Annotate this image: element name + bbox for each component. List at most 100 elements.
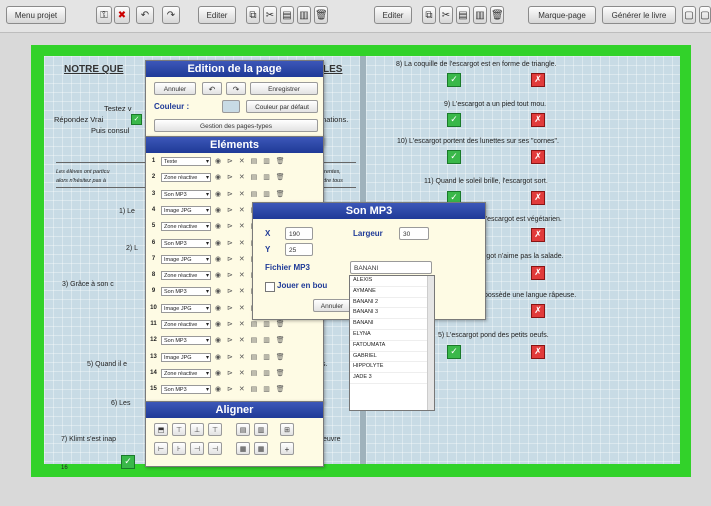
annuler-button[interactable]: Annuler	[154, 82, 196, 95]
faux-button-q15[interactable]: ✗	[531, 345, 545, 359]
trash-icon[interactable]: 🗑	[314, 6, 328, 24]
element-type-select[interactable]: Zone réactive	[161, 320, 211, 329]
distribute-h-icon[interactable]: ▤	[236, 423, 250, 436]
same-width-icon[interactable]: ▦	[236, 442, 250, 455]
dropdown-option[interactable]: GABRIEL	[350, 352, 434, 363]
element-row-actions-icon[interactable]: ◉ ⊳ ✕ ▤ ▥ 🗑	[215, 156, 315, 167]
faux-button-q13[interactable]: ✗	[531, 266, 545, 280]
align-middle-icon[interactable]: ⊤	[172, 423, 186, 436]
element-type-select[interactable]: Son MP3	[161, 336, 211, 346]
page-icon-right[interactable]: ▥	[473, 6, 487, 24]
element-type-select[interactable]: Zone réactive	[161, 368, 211, 378]
same-height-icon[interactable]: ▦	[254, 442, 268, 455]
element-row-actions-icon[interactable]: ◉ ⊳ ✕ ▤ ▥ 🗑	[215, 352, 315, 363]
faux-button-q14[interactable]: ✗	[531, 304, 545, 318]
question-11: 11) Quand le soleil brille, l'escargot s…	[424, 178, 548, 185]
delete-icon[interactable]: ✖	[114, 6, 130, 24]
faux-button-q9[interactable]: ✗	[531, 113, 545, 127]
jouer-checkbox[interactable]	[265, 282, 275, 292]
couleur-defaut-button[interactable]: Couleur par défaut	[246, 100, 318, 113]
element-type-select[interactable]: Zone réactive	[161, 271, 211, 281]
gestion-pages-types-button[interactable]: Gestion des pages-types	[154, 119, 318, 132]
add-icon[interactable]: +	[280, 442, 294, 455]
redo-icon[interactable]: ↷	[162, 6, 180, 24]
element-type-select[interactable]: Image JPG	[161, 303, 211, 313]
cut-icon-right[interactable]: ✂	[439, 6, 453, 24]
element-type-select[interactable]: Image JPG	[161, 352, 211, 362]
element-type-select[interactable]: Image JPG	[161, 254, 211, 264]
marque-page-button[interactable]: Marque-page	[528, 6, 596, 24]
element-type-select[interactable]: Son MP3	[161, 238, 211, 248]
menu-projet-button[interactable]: Menu projet	[6, 6, 66, 24]
dropdown-option[interactable]: JADE 3	[350, 373, 434, 384]
largeur-input[interactable]: 30	[399, 227, 429, 240]
faux-button-q11[interactable]: ✗	[531, 191, 545, 205]
trash-icon-right[interactable]: 🗑	[490, 6, 504, 24]
grid-icon[interactable]: ⊞	[280, 423, 294, 436]
vrai-button-q7[interactable]: ✓	[121, 455, 135, 469]
align-bottom-icon[interactable]: ⊤	[208, 423, 222, 436]
undo-icon[interactable]: ↶	[202, 82, 222, 95]
element-row-actions-icon[interactable]: ◉ ⊳ ✕ ▤ ▥ 🗑	[215, 384, 315, 395]
vrai-button-q15[interactable]: ✓	[447, 345, 461, 359]
dropdown-option[interactable]: AYMANE	[350, 287, 434, 298]
dropdown-option[interactable]: HIPPOLYTE	[350, 362, 434, 374]
y-input[interactable]: 25	[285, 243, 313, 256]
mp3-annuler-button[interactable]: Annuler	[313, 299, 351, 312]
fichier-mp3-select[interactable]: BANANI	[350, 261, 432, 274]
more-icon[interactable]: ▢	[699, 6, 711, 24]
faux-button-q10[interactable]: ✗	[531, 150, 545, 164]
distribute-v-icon[interactable]: ▥	[254, 423, 268, 436]
vrai-button-q10[interactable]: ✓	[447, 150, 461, 164]
paste-icon-right[interactable]: ▤	[456, 6, 470, 24]
align-hmiddle-icon[interactable]: ⊣	[190, 442, 204, 455]
color-swatch[interactable]	[222, 100, 240, 113]
element-type-select[interactable]: Zone réactive	[161, 173, 211, 183]
copy-icon-right[interactable]: ⧉	[422, 6, 436, 24]
element-row-actions-icon[interactable]: ◉ ⊳ ✕ ▤ ▥ 🗑	[215, 172, 315, 183]
undo-icon[interactable]: ↶	[136, 6, 154, 24]
element-type-select[interactable]: Son MP3	[161, 287, 211, 297]
element-type-select[interactable]: Zone réactive	[161, 222, 211, 232]
fichier-mp3-dropdown[interactable]: ALEXIS AYMANE BANANI 2 BANANI 3 BANANI ELYNA F…	[349, 275, 435, 411]
generer-livre-button[interactable]: Générer le livre	[602, 6, 676, 24]
element-row-actions-icon[interactable]: ◉ ⊳ ✕ ▤ ▥ 🗑	[215, 335, 315, 346]
element-row-number: 2	[151, 174, 156, 181]
vrai-button-q9[interactable]: ✓	[447, 113, 461, 127]
element-type-select[interactable]: Image JPG	[161, 205, 211, 215]
dropdown-option[interactable]: ELYNA	[350, 330, 434, 341]
redo-icon[interactable]: ↷	[226, 82, 246, 95]
editer-left-button[interactable]: Editer	[198, 6, 236, 24]
align-top-icon[interactable]: ⬒	[154, 423, 168, 436]
faux-button-q12[interactable]: ✗	[531, 228, 545, 242]
element-type-select[interactable]: Son MP3	[161, 385, 211, 395]
cut-icon[interactable]: ✂	[263, 6, 277, 24]
jouer-label: Jouer en bou	[277, 281, 328, 290]
align-center-icon[interactable]: ⊥	[190, 423, 204, 436]
page-view-icon[interactable]: ▢	[682, 6, 696, 24]
y-label: Y	[265, 245, 271, 254]
editer-right-button[interactable]: Editer	[374, 6, 412, 24]
align-left-icon[interactable]: ⊢	[154, 442, 168, 455]
paste-icon[interactable]: ▤	[280, 6, 294, 24]
lock-icon[interactable]: ⚿	[96, 6, 112, 24]
dropdown-option[interactable]: BANANI 2	[350, 298, 434, 309]
element-row-actions-icon[interactable]: ◉ ⊳ ✕ ▤ ▥ 🗑	[215, 368, 315, 379]
align-hcenter-icon[interactable]: ⊦	[172, 442, 186, 455]
dropdown-scrollbar[interactable]	[427, 276, 434, 410]
element-row-actions-icon[interactable]: ◉ ⊳ ✕ ▤ ▥ 🗑	[215, 319, 315, 330]
dropdown-option[interactable]: ALEXIS	[350, 276, 434, 287]
element-type-select[interactable]: Texte	[161, 157, 211, 166]
page-icon[interactable]: ▥	[297, 6, 311, 24]
vrai-button-q8[interactable]: ✓	[447, 73, 461, 87]
dropdown-option[interactable]: BANANI 3	[350, 308, 434, 320]
enregistrer-button[interactable]: Enregistrer	[250, 82, 318, 95]
copy-icon[interactable]: ⧉	[246, 6, 260, 24]
element-type-select[interactable]: Son MP3	[161, 189, 211, 199]
x-input[interactable]: 190	[285, 227, 313, 240]
dropdown-option[interactable]: BANANI	[350, 319, 434, 330]
align-right-icon[interactable]: ⊣	[208, 442, 222, 455]
faux-button-q8[interactable]: ✗	[531, 73, 545, 87]
element-row-actions-icon[interactable]: ◉ ⊳ ✕ ▤ ▥ 🗑	[215, 189, 315, 200]
dropdown-option[interactable]: FATOUMATA	[350, 341, 434, 352]
